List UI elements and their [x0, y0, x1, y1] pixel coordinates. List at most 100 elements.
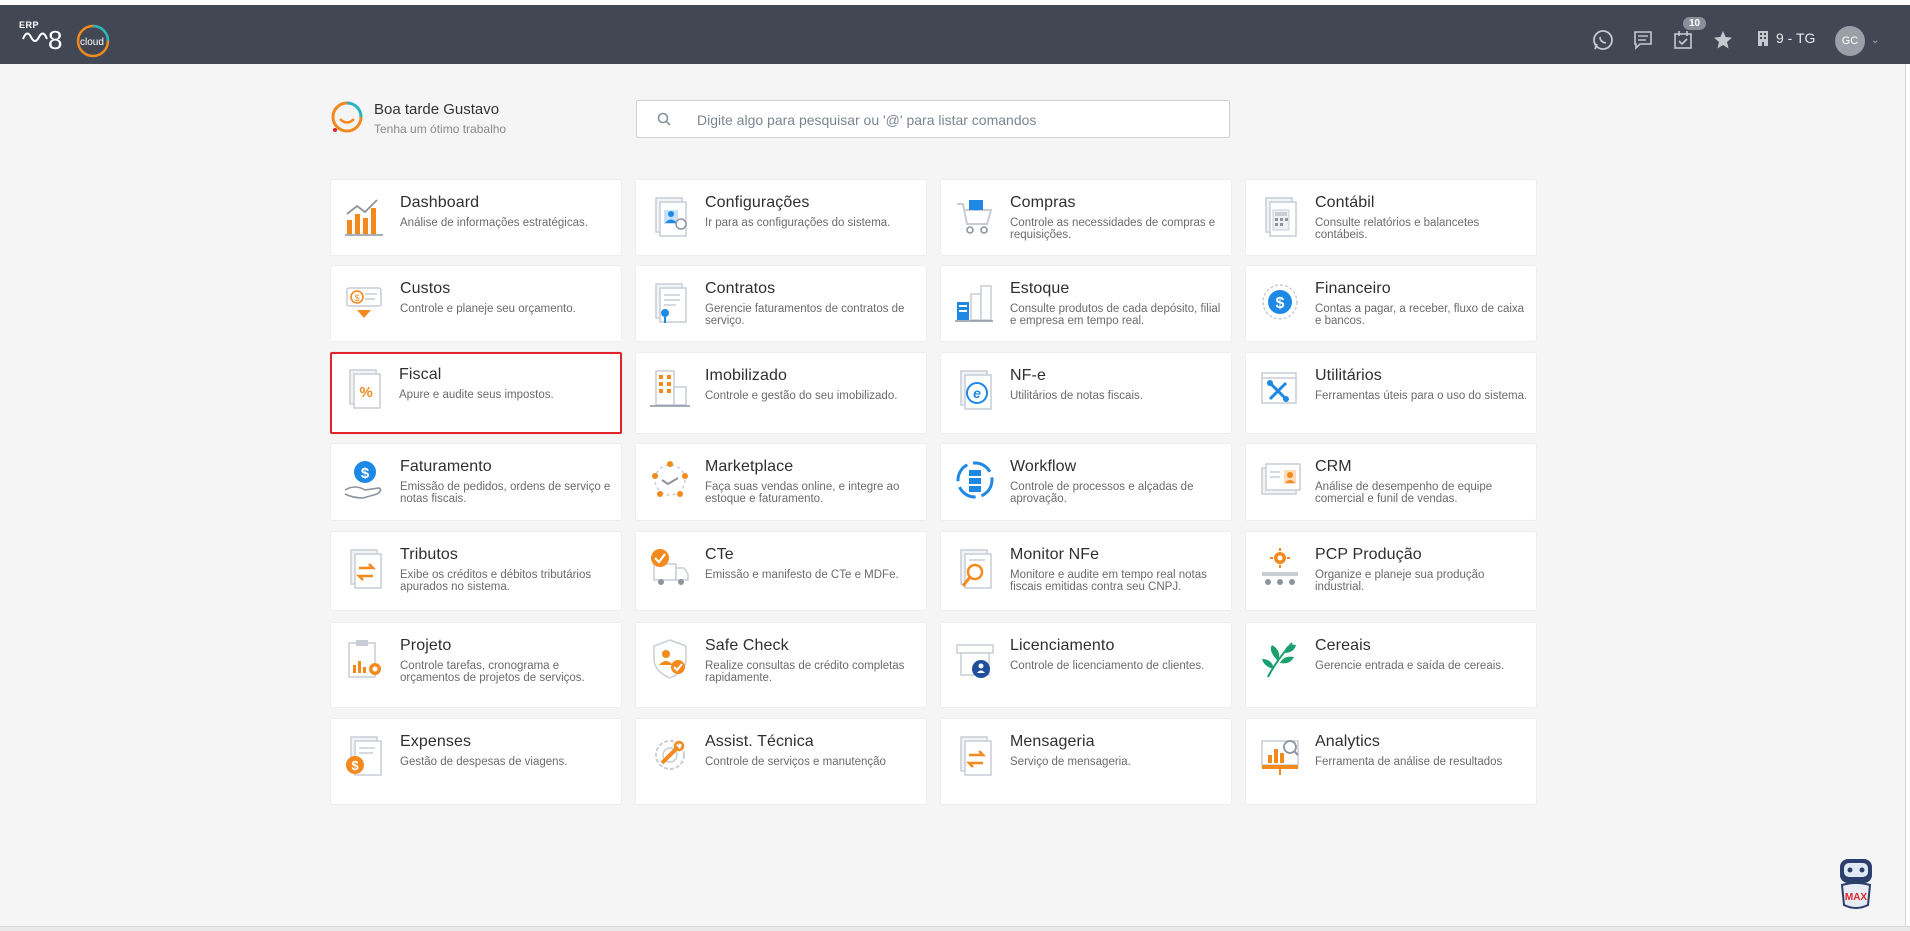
module-card-compras[interactable]: Compras Controle as necessidades de compr… — [941, 180, 1231, 255]
module-description: Controle e planeje seu orçamento. — [400, 303, 576, 315]
company-label: 9 - TG — [1776, 30, 1816, 46]
module-description: Ferramenta de análise de resultados — [1315, 756, 1503, 768]
electronic-invoice-icon: e — [953, 367, 997, 413]
module-title: CRM — [1315, 458, 1352, 475]
greeting-logo-icon — [331, 101, 363, 133]
module-card-utilit-rios[interactable]: Utilitários Ferramentas úteis para o uso … — [1246, 353, 1536, 433]
module-card-cereais[interactable]: Cereais Gerencie entrada e saída de cerea… — [1246, 623, 1536, 707]
whatsapp-icon[interactable] — [1590, 27, 1616, 53]
module-title: Contratos — [705, 280, 776, 297]
svg-text:8: 8 — [48, 25, 62, 55]
svg-text:%: % — [359, 384, 372, 401]
module-card-assist-t-cnica[interactable]: Assist. Técnica Controle de serviços e ma… — [636, 719, 926, 804]
logo-cloud-text: cloud — [80, 37, 104, 48]
module-title: NF-e — [1010, 367, 1046, 384]
module-description: Análise de desempenho de equipe comercia… — [1315, 481, 1493, 505]
module-description: Consulte produtos de cada depósito, fili… — [1010, 303, 1221, 327]
module-description: Consulte relatórios e balancetes contábe… — [1315, 217, 1480, 241]
leaf-icon — [1258, 637, 1302, 683]
svg-text:$: $ — [1276, 295, 1285, 312]
module-card-expenses[interactable]: $ Expenses Gestão de despesas de viagens. — [331, 719, 621, 804]
search-input[interactable] — [697, 109, 1217, 131]
module-description: Emissão de pedidos, ordens de serviço e … — [400, 481, 611, 505]
module-title: Faturamento — [400, 458, 492, 475]
module-card-workflow[interactable]: Workflow Controle de processos e alçadas … — [941, 444, 1231, 520]
dashboard-chart-icon — [343, 194, 387, 240]
calendar-check-icon[interactable] — [1670, 27, 1696, 53]
star-icon[interactable] — [1710, 27, 1736, 53]
production-gear-icon — [1258, 546, 1302, 592]
module-title: Custos — [400, 280, 451, 297]
contract-document-icon — [648, 280, 692, 326]
erp-m8-logo[interactable]: ERP 8 cloud — [19, 19, 111, 59]
module-title: Dashboard — [400, 194, 480, 211]
module-card-projeto[interactable]: Projeto Controle tarefas, cronograma e or… — [331, 623, 621, 707]
user-avatar[interactable]: GC — [1835, 26, 1865, 56]
module-card-mensageria[interactable]: Mensageria Serviço de mensageria. — [941, 719, 1231, 804]
module-card-monitor-nfe[interactable]: Monitor NFe Monitore e audite em tempo re… — [941, 532, 1231, 610]
license-store-icon — [953, 637, 997, 683]
svg-text:$: $ — [351, 758, 359, 773]
module-title: Imobilizado — [705, 367, 788, 384]
module-card-marketplace[interactable]: Marketplace Faça suas vendas online, e in… — [636, 444, 926, 520]
module-title: Utilitários — [1315, 367, 1382, 384]
company-selector[interactable]: 9 - TG — [1756, 30, 1815, 46]
module-title: Fiscal — [399, 366, 442, 383]
scrollbar-track[interactable] — [1905, 64, 1906, 927]
module-title: PCP Produção — [1315, 546, 1422, 563]
greeting-title: Boa tarde Gustavo — [374, 101, 500, 118]
module-card-licenciamento[interactable]: Licenciamento Controle de licenciamento d… — [941, 623, 1231, 707]
module-card-imobilizado[interactable]: Imobilizado Controle e gestão do seu imob… — [636, 353, 926, 433]
module-card-nf-e[interactable]: e NF-e Utilitários de notas fiscais. — [941, 353, 1231, 433]
module-card-tributos[interactable]: Tributos Exibe os créditos e débitos trib… — [331, 532, 621, 610]
expense-dollar-icon: $ — [343, 733, 387, 779]
module-card-cont-bil[interactable]: Contábil Consulte relatórios e balancetes… — [1246, 180, 1536, 255]
svg-text:$: $ — [361, 465, 370, 482]
module-card-estoque[interactable]: Estoque Consulte produtos de cada depósit… — [941, 266, 1231, 341]
max-assistant-robot-icon[interactable]: MAX — [1826, 853, 1886, 913]
module-title: Expenses — [400, 733, 472, 750]
building-icon — [1758, 31, 1768, 46]
module-card-financeiro[interactable]: $ Financeiro Contas a pagar, a receber, fl… — [1246, 266, 1536, 341]
message-exchange-icon — [953, 733, 997, 779]
module-title: Workflow — [1010, 458, 1077, 475]
module-description: Serviço de mensageria. — [1010, 756, 1131, 768]
clipboard-gear-icon — [343, 637, 387, 683]
module-description: Gerencie entrada e saída de cereais. — [1315, 660, 1505, 672]
module-title: Projeto — [400, 637, 452, 654]
module-description: Controle e gestão do seu imobilizado. — [705, 390, 898, 402]
module-description: Controle de licenciamento de clientes. — [1010, 660, 1205, 672]
module-title: Contábil — [1315, 194, 1375, 211]
module-card-safe-check[interactable]: Safe Check Realize consultas de crédito c… — [636, 623, 926, 707]
module-description: Emissão e manifesto de CTe e MDFe. — [705, 569, 899, 581]
notification-badge: 10 — [1683, 17, 1707, 30]
module-card-contratos[interactable]: Contratos Gerencie faturamentos de contra… — [636, 266, 926, 341]
tools-icon — [1258, 367, 1302, 413]
module-card-configura-es[interactable]: Configurações Ir para as configurações do… — [636, 180, 926, 255]
search-box[interactable] — [636, 100, 1230, 138]
building-icon — [648, 367, 692, 413]
module-card-crm[interactable]: CRM Análise de desempenho de equipe comer… — [1246, 444, 1536, 520]
module-description: Ferramentas úteis para o uso do sistema. — [1315, 390, 1528, 402]
module-title: Tributos — [400, 546, 459, 563]
module-description: Realize consultas de crédito completas r… — [705, 660, 905, 684]
module-card-analytics[interactable]: Analytics Ferramenta de análise de result… — [1246, 719, 1536, 804]
assistant-label: MAX — [1845, 892, 1868, 903]
module-description: Utilitários de notas fiscais. — [1010, 390, 1143, 402]
module-card-faturamento[interactable]: $ Faturamento Emissão de pedidos, ordens d… — [331, 444, 621, 520]
percent-document-icon: % — [342, 366, 386, 412]
module-card-fiscal[interactable]: % Fiscal Apure e audite seus impostos. — [330, 352, 622, 434]
module-card-custos[interactable]: $ Custos Controle e planeje seu orçamento. — [331, 266, 621, 341]
module-card-cte[interactable]: CTe Emissão e manifesto de CTe e MDFe. — [636, 532, 926, 610]
shopping-cart-icon — [953, 194, 997, 240]
module-card-dashboard[interactable]: Dashboard Análise de informações estratég… — [331, 180, 621, 255]
wrench-gear-icon — [648, 733, 692, 779]
module-title: Assist. Técnica — [705, 733, 814, 750]
chat-icon[interactable] — [1630, 27, 1656, 53]
search-icon — [657, 112, 671, 126]
shield-check-icon — [648, 637, 692, 683]
module-card-pcp-produ-o[interactable]: PCP Produção Organize e planeje sua produ… — [1246, 532, 1536, 610]
module-description: Controle tarefas, cronograma e orçamento… — [400, 660, 585, 684]
module-title: Marketplace — [705, 458, 794, 475]
chevron-down-icon[interactable]: ⌄ — [1871, 35, 1879, 46]
